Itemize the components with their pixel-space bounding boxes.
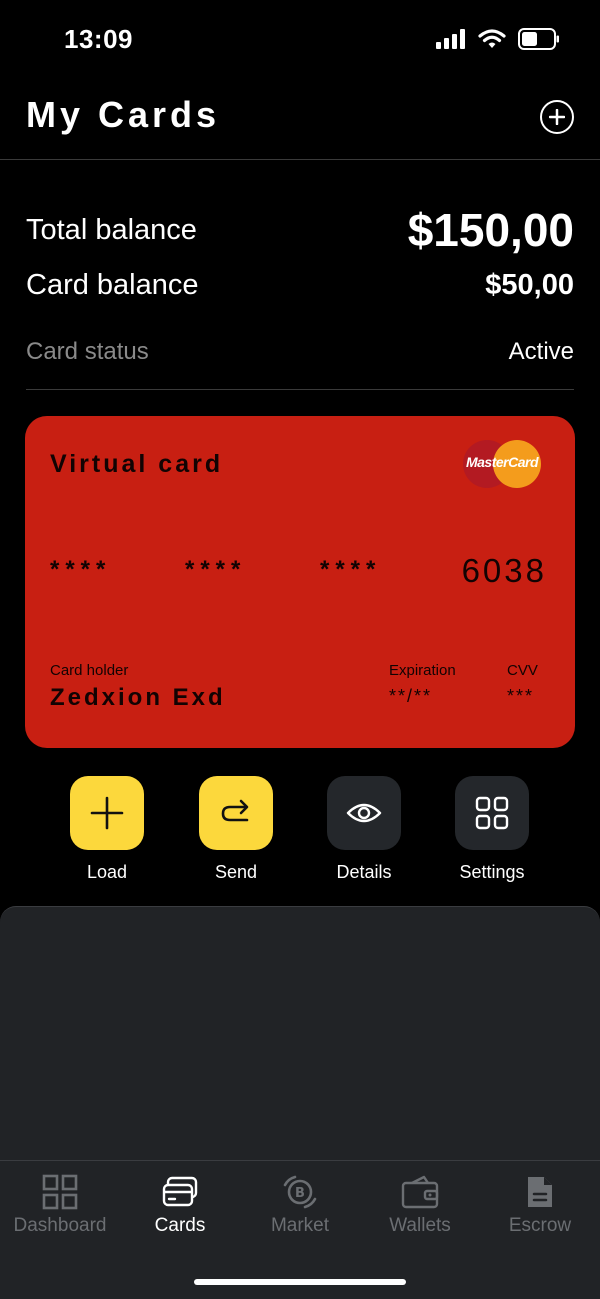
plus-icon bbox=[90, 796, 124, 830]
cvv-label: CVV bbox=[507, 662, 538, 679]
send-action[interactable]: Send bbox=[176, 776, 296, 883]
total-balance-row: Total balance $150,00 bbox=[26, 200, 574, 260]
page-title: My Cards bbox=[26, 94, 221, 135]
tab-wallets-label: Wallets bbox=[389, 1215, 451, 1236]
tab-dashboard-label: Dashboard bbox=[13, 1215, 107, 1236]
status-icons bbox=[436, 28, 560, 50]
details-label: Details bbox=[336, 862, 392, 882]
send-button[interactable] bbox=[199, 776, 273, 850]
battery-icon bbox=[518, 28, 559, 50]
add-card-button[interactable] bbox=[540, 100, 574, 134]
settings-label: Settings bbox=[459, 862, 525, 882]
card-balance-label: Card balance bbox=[26, 268, 199, 301]
details-button[interactable] bbox=[327, 776, 401, 850]
total-balance-label: Total balance bbox=[26, 213, 197, 246]
svg-text:B: B bbox=[295, 1186, 305, 1201]
card-holder-label: Card holder bbox=[50, 662, 129, 679]
tab-escrow-label: Escrow bbox=[508, 1215, 572, 1236]
status-time: 13:09 bbox=[64, 24, 133, 54]
mastercard-logo: MasterCard bbox=[463, 440, 541, 488]
card-status-row: Card status Active bbox=[26, 330, 574, 374]
load-label: Load bbox=[86, 862, 128, 882]
header: My Cards bbox=[0, 80, 600, 160]
load-button[interactable] bbox=[70, 776, 144, 850]
mastercard-wordmark: MasterCard bbox=[465, 454, 539, 470]
expiration-value: **/** bbox=[389, 686, 433, 706]
send-label: Send bbox=[214, 862, 258, 882]
settings-button[interactable] bbox=[455, 776, 529, 850]
total-balance-value: $150,00 bbox=[407, 204, 574, 256]
settings-action[interactable]: Settings bbox=[432, 776, 552, 883]
tab-escrow[interactable]: Escrow bbox=[480, 1173, 600, 1237]
cvv-value: *** bbox=[507, 686, 535, 706]
signal-icon bbox=[436, 29, 465, 49]
expiration-label: Expiration bbox=[389, 662, 456, 679]
card-actions: Load Send Details Settings bbox=[0, 776, 600, 886]
card-last4: 6038 bbox=[461, 552, 547, 589]
card-type-label: Virtual card bbox=[50, 450, 224, 478]
card-number-mask-3: **** bbox=[320, 556, 382, 583]
card-status-label: Card status bbox=[26, 338, 149, 365]
home-indicator bbox=[194, 1279, 406, 1285]
tab-market[interactable]: B Market bbox=[240, 1173, 360, 1237]
wifi-icon bbox=[478, 29, 506, 48]
card-status-value: Active bbox=[508, 338, 574, 365]
card-number-mask-1: **** bbox=[50, 556, 112, 583]
card-balance-value: $50,00 bbox=[485, 268, 574, 301]
tab-market-label: Market bbox=[270, 1215, 330, 1236]
tab-wallets[interactable]: Wallets bbox=[360, 1173, 480, 1237]
load-action[interactable]: Load bbox=[47, 776, 167, 883]
status-bar: 13:09 bbox=[0, 0, 600, 80]
document-icon bbox=[528, 1177, 552, 1207]
card-number-mask-2: **** bbox=[185, 556, 247, 583]
tab-dashboard[interactable]: Dashboard bbox=[0, 1173, 120, 1237]
tab-cards[interactable]: Cards bbox=[120, 1173, 240, 1237]
grid-icon bbox=[475, 796, 509, 830]
plus-icon bbox=[549, 109, 565, 125]
card-balance-row: Card balance $50,00 bbox=[26, 262, 574, 308]
details-action[interactable]: Details bbox=[304, 776, 424, 883]
card-holder-name: Zedxion Exd bbox=[50, 684, 226, 711]
cards-icon bbox=[162, 1176, 198, 1207]
send-arrow-icon bbox=[221, 799, 249, 822]
eye-icon bbox=[346, 803, 382, 823]
divider bbox=[26, 389, 574, 390]
transactions-sheet bbox=[0, 906, 600, 1166]
wallet-icon bbox=[401, 1175, 439, 1209]
tab-cards-label: Cards bbox=[154, 1215, 206, 1236]
virtual-card[interactable]: Virtual card MasterCard **** **** **** 6… bbox=[25, 416, 575, 748]
dashboard-icon bbox=[42, 1174, 78, 1210]
market-icon: B bbox=[283, 1175, 317, 1209]
